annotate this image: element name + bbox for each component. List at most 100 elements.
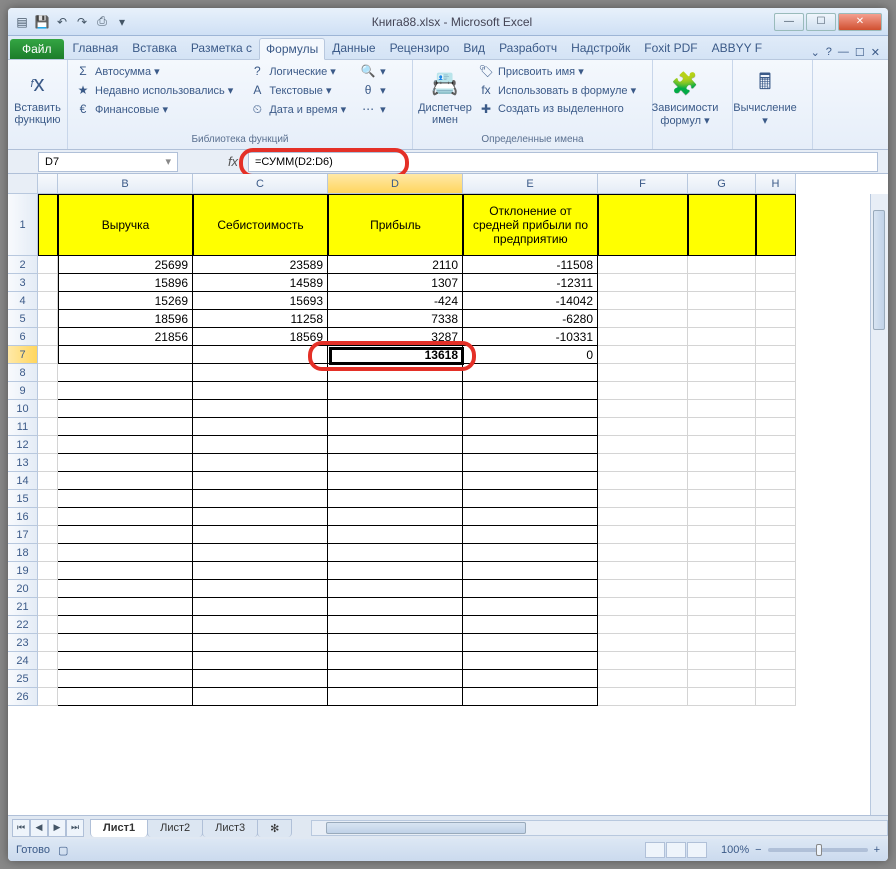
cell-D16[interactable]	[328, 508, 463, 526]
row-header-4[interactable]: 4	[8, 292, 38, 310]
print-icon[interactable]: ⎙	[94, 14, 110, 30]
cell-G14[interactable]	[688, 472, 756, 490]
row-header-6[interactable]: 6	[8, 328, 38, 346]
cell-G12[interactable]	[688, 436, 756, 454]
cell-C16[interactable]	[193, 508, 328, 526]
cell-D11[interactable]	[328, 418, 463, 436]
cell-26[interactable]	[38, 688, 58, 706]
cell-17[interactable]	[38, 526, 58, 544]
cell-B20[interactable]	[58, 580, 193, 598]
col-header-C[interactable]: C	[193, 174, 328, 194]
cell-20[interactable]	[38, 580, 58, 598]
cell-C18[interactable]	[193, 544, 328, 562]
help-icon[interactable]: ?	[826, 46, 832, 59]
cell-C25[interactable]	[193, 670, 328, 688]
cell-C20[interactable]	[193, 580, 328, 598]
cell-D9[interactable]	[328, 382, 463, 400]
cell-C14[interactable]	[193, 472, 328, 490]
sheet-tab-Лист3[interactable]: Лист3	[202, 819, 258, 837]
cell-F1[interactable]	[598, 194, 688, 256]
open-icon[interactable]: ▾	[114, 14, 130, 30]
ribbon-Присвоить имя ▾[interactable]: 🏷Присвоить имя ▾	[475, 62, 639, 80]
cell-15[interactable]	[38, 490, 58, 508]
cell-D6[interactable]: 3287	[328, 328, 463, 346]
redo-icon[interactable]: ↷	[74, 14, 90, 30]
cell-C17[interactable]	[193, 526, 328, 544]
cell-G25[interactable]	[688, 670, 756, 688]
cell-D20[interactable]	[328, 580, 463, 598]
row-header-13[interactable]: 13	[8, 454, 38, 472]
cell-G8[interactable]	[688, 364, 756, 382]
view-layout-button[interactable]	[666, 842, 686, 858]
cell-F7[interactable]	[598, 346, 688, 364]
ribbon-▾[interactable]: ⋯▾	[357, 100, 389, 118]
cell-C11[interactable]	[193, 418, 328, 436]
cell-E10[interactable]	[463, 400, 598, 418]
cell-19[interactable]	[38, 562, 58, 580]
cell-14[interactable]	[38, 472, 58, 490]
ribbon-Недавно использовались ▾[interactable]: ★Недавно использовались ▾	[72, 81, 236, 99]
col-header-[interactable]	[38, 174, 58, 194]
cell-H8[interactable]	[756, 364, 796, 382]
cell-B6[interactable]: 21856	[58, 328, 193, 346]
cell-E23[interactable]	[463, 634, 598, 652]
cell-D14[interactable]	[328, 472, 463, 490]
cell-B26[interactable]	[58, 688, 193, 706]
cell-G16[interactable]	[688, 508, 756, 526]
cell-E15[interactable]	[463, 490, 598, 508]
cell-F14[interactable]	[598, 472, 688, 490]
cell-D2[interactable]: 2110	[328, 256, 463, 274]
cell-G10[interactable]	[688, 400, 756, 418]
cell-D15[interactable]	[328, 490, 463, 508]
cell-9[interactable]	[38, 382, 58, 400]
cell-D22[interactable]	[328, 616, 463, 634]
cell-1[interactable]	[38, 194, 58, 256]
vertical-scrollbar[interactable]	[870, 194, 888, 815]
row-header-11[interactable]: 11	[8, 418, 38, 436]
cell-D3[interactable]: 1307	[328, 274, 463, 292]
cell-5[interactable]	[38, 310, 58, 328]
sheet-nav-last[interactable]: ⏭	[66, 819, 84, 837]
minimize-ribbon-icon[interactable]: ⌄	[811, 46, 820, 59]
cell-G9[interactable]	[688, 382, 756, 400]
row-header-20[interactable]: 20	[8, 580, 38, 598]
col-header-B[interactable]: B	[58, 174, 193, 194]
cell-F5[interactable]	[598, 310, 688, 328]
row-header-9[interactable]: 9	[8, 382, 38, 400]
cell-F2[interactable]	[598, 256, 688, 274]
cell-E20[interactable]	[463, 580, 598, 598]
row-header-21[interactable]: 21	[8, 598, 38, 616]
row-header-15[interactable]: 15	[8, 490, 38, 508]
cell-G22[interactable]	[688, 616, 756, 634]
row-header-8[interactable]: 8	[8, 364, 38, 382]
cell-D25[interactable]	[328, 670, 463, 688]
cell-H21[interactable]	[756, 598, 796, 616]
cell-B11[interactable]	[58, 418, 193, 436]
cell-F4[interactable]	[598, 292, 688, 310]
cell-F19[interactable]	[598, 562, 688, 580]
sheet-tab-Лист2[interactable]: Лист2	[147, 819, 203, 837]
cell-F12[interactable]	[598, 436, 688, 454]
cell-C2[interactable]: 23589	[193, 256, 328, 274]
cell-F24[interactable]	[598, 652, 688, 670]
cell-13[interactable]	[38, 454, 58, 472]
cell-C24[interactable]	[193, 652, 328, 670]
cell-C13[interactable]	[193, 454, 328, 472]
cell-H18[interactable]	[756, 544, 796, 562]
cell-H5[interactable]	[756, 310, 796, 328]
cell-B21[interactable]	[58, 598, 193, 616]
cell-F21[interactable]	[598, 598, 688, 616]
cell-F3[interactable]	[598, 274, 688, 292]
col-header-H[interactable]: H	[756, 174, 796, 194]
cell-H11[interactable]	[756, 418, 796, 436]
tab-Разработч[interactable]: Разработч	[492, 37, 564, 59]
cell-H6[interactable]	[756, 328, 796, 346]
cell-B13[interactable]	[58, 454, 193, 472]
cell-E5[interactable]: -6280	[463, 310, 598, 328]
row-header-19[interactable]: 19	[8, 562, 38, 580]
cell-H20[interactable]	[756, 580, 796, 598]
row-header-14[interactable]: 14	[8, 472, 38, 490]
cell-B10[interactable]	[58, 400, 193, 418]
cell-E9[interactable]	[463, 382, 598, 400]
cell-21[interactable]	[38, 598, 58, 616]
